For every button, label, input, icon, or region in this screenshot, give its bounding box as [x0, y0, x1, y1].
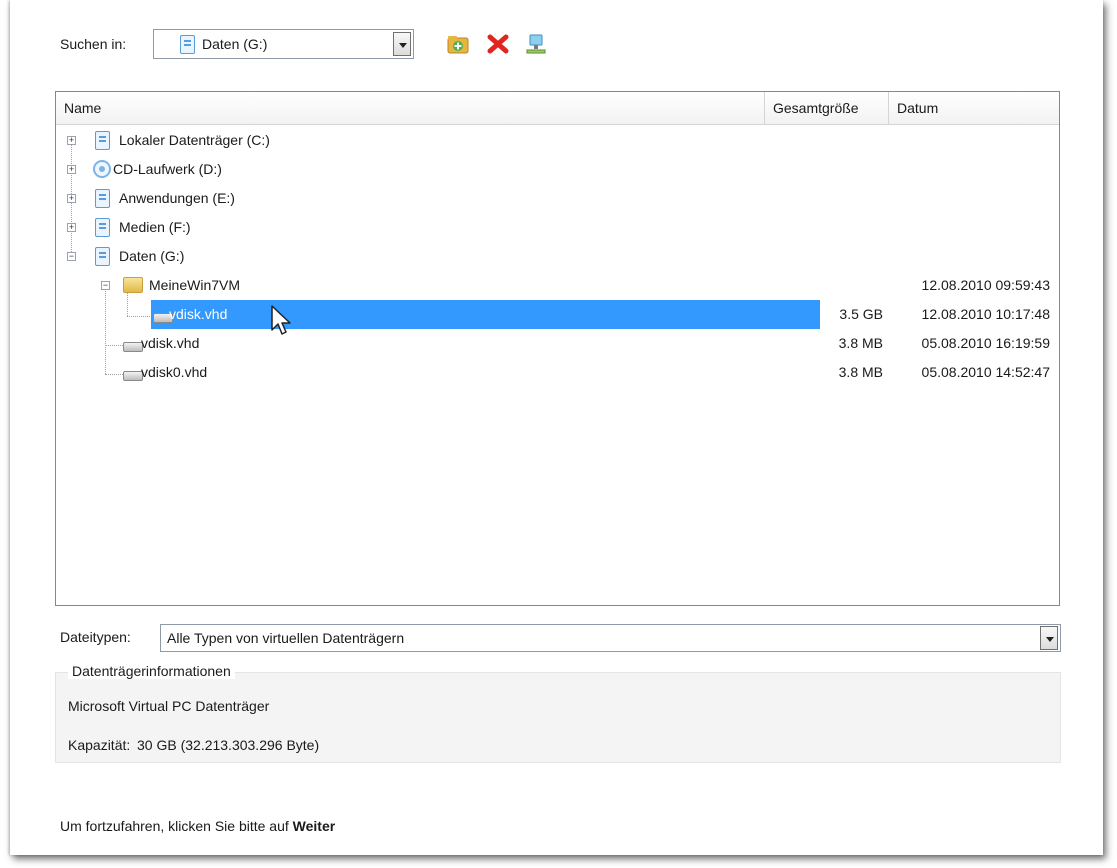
disk-info-title: Datenträgerinformationen [68, 663, 235, 679]
file-types-value: Alle Typen von virtuellen Datenträgern [167, 630, 405, 646]
collapse-icon[interactable]: − [67, 252, 76, 261]
drive-icon [95, 218, 110, 237]
tree-item-label: vdisk0.vhd [141, 364, 208, 380]
chevron-down-icon[interactable] [1040, 626, 1058, 650]
tree-item-label: Lokaler Datenträger (C:) [119, 132, 270, 148]
tree-row-drive-c[interactable]: + Lokaler Datenträger (C:) [56, 126, 1059, 155]
look-in-value: Daten (G:) [202, 36, 268, 52]
tree-item-label: Medien (F:) [119, 219, 191, 235]
delete-icon[interactable] [487, 33, 509, 55]
tree-row-drive-g[interactable]: − Daten (G:) [56, 242, 1059, 271]
disk-file-icon [123, 371, 143, 381]
item-date: 12.08.2010 10:17:48 [921, 306, 1050, 322]
footer-instruction: Um fortzufahren, klicken Sie bitte auf W… [60, 818, 335, 834]
tree-item-label: Anwendungen (E:) [119, 190, 235, 206]
expand-icon[interactable]: + [67, 194, 76, 203]
folder-icon [123, 277, 143, 293]
list-header: Name Gesamtgröße Datum [56, 92, 1059, 125]
drive-icon [180, 35, 195, 54]
tree-row-drive-e[interactable]: + Anwendungen (E:) [56, 184, 1059, 213]
tree-row-folder[interactable]: − MeineWin7VM 12.08.2010 09:59:43 [56, 271, 1059, 300]
disk-file-icon [123, 342, 143, 352]
new-folder-icon[interactable] [447, 33, 469, 55]
footer-text: Um fortzufahren, klicken Sie bitte auf [60, 818, 293, 834]
item-date: 12.08.2010 09:59:43 [921, 277, 1050, 293]
mouse-cursor-icon [271, 305, 291, 335]
item-date: 05.08.2010 14:52:47 [921, 364, 1050, 380]
capacity-label: Kapazität: [68, 737, 131, 753]
column-date-header[interactable]: Datum [889, 92, 1059, 124]
collapse-icon[interactable]: − [101, 281, 110, 290]
file-types-dropdown[interactable]: Alle Typen von virtuellen Datenträgern [160, 624, 1061, 652]
item-size: 3.8 MB [838, 364, 883, 380]
tree-row-drive-f[interactable]: + Medien (F:) [56, 213, 1059, 242]
file-types-label: Dateitypen: [60, 629, 131, 645]
expand-icon[interactable]: + [67, 223, 76, 232]
expand-icon[interactable]: + [67, 136, 76, 145]
look-in-dropdown[interactable]: Daten (G:) [153, 29, 414, 59]
chevron-down-icon[interactable] [393, 32, 411, 56]
drive-icon [95, 247, 110, 266]
disk-type-text: Microsoft Virtual PC Datenträger [68, 698, 270, 714]
tree-row-drive-d[interactable]: + CD-Laufwerk (D:) [56, 155, 1059, 184]
column-name-header[interactable]: Name [56, 92, 765, 124]
look-in-label: Suchen in: [60, 36, 127, 52]
expand-icon[interactable]: + [67, 165, 76, 174]
footer-next-word: Weiter [292, 818, 336, 834]
selection-highlight [151, 300, 820, 329]
item-size: 3.5 GB [839, 306, 883, 322]
tree-item-label: vdisk.vhd [169, 306, 228, 322]
tree-row-file[interactable]: vdisk.vhd 3.8 MB 05.08.2010 16:19:59 [56, 329, 1059, 358]
item-date: 05.08.2010 16:19:59 [921, 335, 1050, 351]
tree-item-label: Daten (G:) [119, 248, 185, 264]
capacity-value: 30 GB (32.213.303.296 Byte) [137, 737, 320, 753]
tree-item-label: MeineWin7VM [149, 277, 241, 293]
tree-row-file-selected[interactable]: vdisk.vhd 3.5 GB 12.08.2010 10:17:48 [56, 300, 1059, 329]
file-tree-list[interactable]: Name Gesamtgröße Datum + Lokaler Datentr… [55, 91, 1060, 606]
tree-item-label: CD-Laufwerk (D:) [113, 161, 222, 177]
tree-row-file[interactable]: vdisk0.vhd 3.8 MB 05.08.2010 14:52:47 [56, 358, 1059, 387]
tree-item-label: vdisk.vhd [141, 335, 200, 351]
network-icon[interactable] [525, 33, 547, 55]
cd-drive-icon [93, 160, 111, 178]
drive-icon [95, 189, 110, 208]
column-size-header[interactable]: Gesamtgröße [765, 92, 889, 124]
drive-icon [95, 131, 110, 150]
item-size: 3.8 MB [838, 335, 883, 351]
